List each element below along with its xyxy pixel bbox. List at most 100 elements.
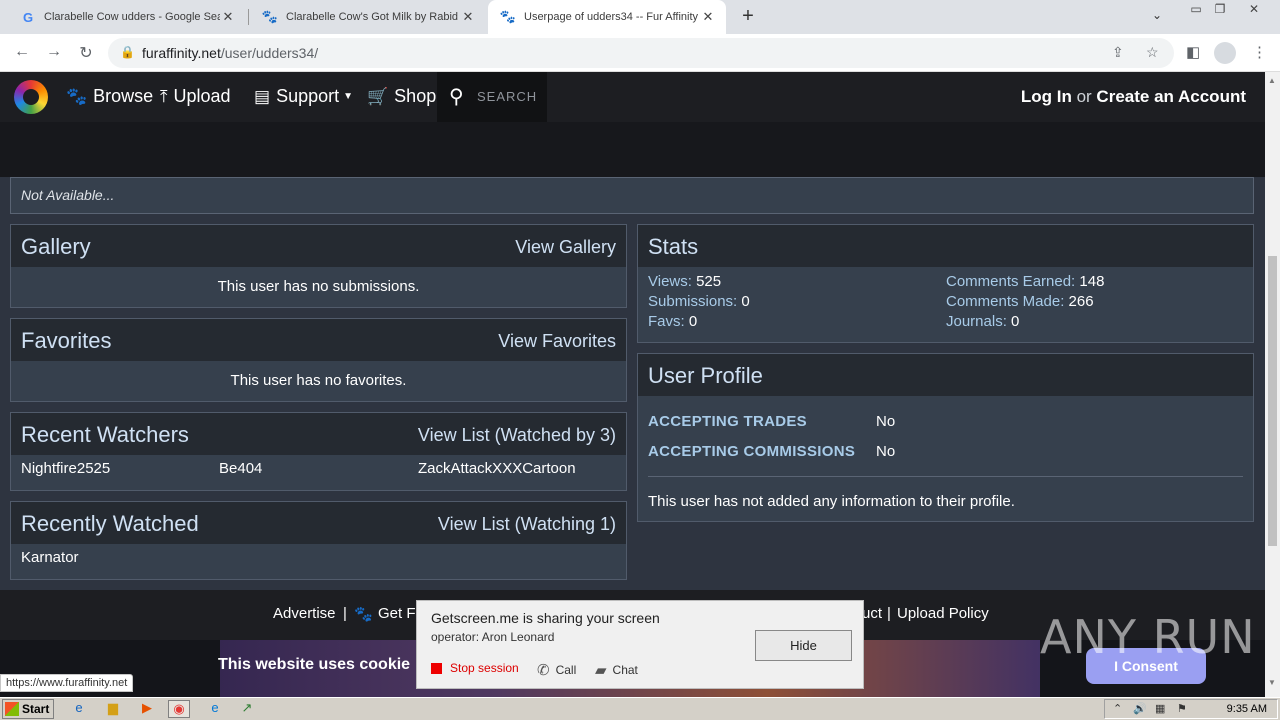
footer-get-fa-link[interactable]: Get F (378, 605, 416, 622)
tab-separator (248, 9, 249, 25)
bookmark-star-icon[interactable]: ☆ (1146, 44, 1159, 61)
flag-icon[interactable]: ⚑ (1177, 702, 1187, 715)
tray-expand-icon[interactable]: ⌃ (1113, 702, 1122, 715)
phone-icon: ✆ (537, 662, 550, 679)
search-icon: ⚲ (449, 86, 464, 108)
clock: 9:35 AM (1226, 703, 1267, 715)
view-favorites-link[interactable]: View Favorites (498, 331, 616, 352)
windows-taskbar: Start e ▆ ▶ ◉ e ↗ ⌃ 🔊 ▦ ⚑ 9:35 AM (0, 697, 1280, 720)
watched-user-link[interactable]: Karnator (21, 549, 79, 566)
chat-button[interactable]: ▰ Chat (595, 661, 638, 679)
close-tab-icon[interactable]: ✕ (220, 9, 236, 25)
folder-icon[interactable]: ▆ (102, 700, 124, 718)
user-profile-section: User Profile ACCEPTING TRADES No ACCEPTI… (637, 353, 1254, 522)
recent-watchers-header: Recent Watchers View List (Watched by 3) (11, 413, 626, 455)
minimize-window-icon[interactable]: ▭ (1184, 2, 1208, 16)
hide-button[interactable]: Hide (755, 630, 852, 661)
nav-search[interactable]: ⚲ SEARCH (437, 72, 547, 122)
footer-partial-link[interactable]: uct (862, 605, 882, 622)
google-icon: G (22, 9, 34, 25)
forward-arrow-icon[interactable]: → (44, 43, 64, 61)
nav-shop[interactable]: 🛒 Shop (367, 86, 436, 107)
stats-section: Stats Views: 525 Submissions: 0 Favs: 0 … (637, 224, 1254, 343)
watcher-link[interactable]: Nightfire2525 (21, 460, 110, 477)
operator-label: operator: Aron Leonard (431, 630, 555, 644)
nav-support[interactable]: ▤ Support ▼ (254, 86, 353, 107)
browser-menu-icon[interactable]: ⋮ (1252, 43, 1267, 61)
edge-icon[interactable]: e (204, 700, 226, 718)
tab-clarabelle-got-milk[interactable]: 🐾 Clarabelle Cow's Got Milk by Rabid -- … (250, 0, 486, 34)
browser-tab-strip: G Clarabelle Cow udders - Google Search … (0, 0, 1280, 34)
getscreen-app-icon[interactable]: ↗ (236, 700, 258, 718)
favorites-title: Favorites (21, 328, 112, 353)
login-link[interactable]: Log In (1021, 87, 1072, 106)
user-profile-title: User Profile (648, 363, 763, 388)
stat-comments-made: Comments Made: 266 (946, 293, 1094, 310)
address-url[interactable]: furaffinity.net/user/udders34/ (142, 45, 318, 61)
footer-upload-policy-link[interactable]: Upload Policy (897, 605, 989, 622)
close-tab-icon[interactable]: ✕ (700, 9, 716, 25)
tab-google-search[interactable]: G Clarabelle Cow udders - Google Search … (8, 0, 246, 34)
system-tray: ⌃ 🔊 ▦ ⚑ 9:35 AM (1104, 699, 1278, 719)
footer-advertise-link[interactable]: Advertise (273, 605, 336, 622)
browser-toolbar: ← → ↻ 🔒 furaffinity.net/user/udders34/ ⇪… (0, 34, 1280, 72)
fur-affinity-logo[interactable] (14, 80, 48, 114)
watching-list-link[interactable]: View List (Watching 1) (438, 514, 616, 535)
side-panel-icon[interactable]: ◧ (1186, 43, 1200, 61)
close-tab-icon[interactable]: ✕ (460, 9, 476, 25)
recently-watched-section: Recently Watched View List (Watching 1) … (10, 501, 627, 580)
tab-title: Clarabelle Cow's Got Milk by Rabid -- Fu… (286, 11, 460, 23)
user-profile-header: User Profile (638, 354, 1253, 396)
stat-views: Views: 525 (648, 273, 722, 290)
tab-title: Clarabelle Cow udders - Google Search (44, 11, 220, 23)
lock-icon: 🔒 (120, 45, 135, 59)
profile-avatar-icon[interactable] (1214, 42, 1236, 64)
watchers-list-link[interactable]: View List (Watched by 3) (418, 425, 616, 446)
address-bar[interactable]: 🔒 furaffinity.net/user/udders34/ ⇪ ☆ (108, 38, 1174, 68)
getscreen-sharing-popup: Getscreen.me is sharing your screen oper… (416, 600, 864, 689)
network-icon[interactable]: ▦ (1155, 702, 1165, 715)
create-account-link[interactable]: Create an Account (1096, 87, 1246, 106)
media-player-icon[interactable]: ▶ (136, 700, 158, 718)
paw-icon: 🐾 (499, 9, 517, 24)
scroll-down-icon[interactable]: ▼ (1268, 678, 1276, 687)
call-button[interactable]: ✆ Call (537, 661, 576, 679)
restore-window-icon[interactable]: ❐ (1208, 2, 1232, 16)
view-gallery-link[interactable]: View Gallery (515, 237, 616, 258)
chrome-icon[interactable]: ◉ (168, 700, 190, 718)
close-window-icon[interactable]: ✕ (1242, 2, 1266, 16)
recent-watchers-title: Recent Watchers (21, 422, 189, 447)
footer-separator: | (343, 605, 347, 622)
scroll-up-icon[interactable]: ▲ (1268, 76, 1276, 85)
login-area: Log In or Create an Account (1021, 87, 1246, 107)
tab-userpage-udders34[interactable]: 🐾 Userpage of udders34 -- Fur Affinity [… (488, 0, 726, 34)
gallery-title: Gallery (21, 234, 91, 259)
reload-icon[interactable]: ↻ (76, 43, 96, 63)
start-button[interactable]: Start (2, 699, 54, 719)
watcher-link[interactable]: ZackAttackXXXCartoon (418, 460, 576, 477)
back-arrow-icon[interactable]: ← (12, 43, 32, 61)
stat-submissions: Submissions: 0 (648, 293, 750, 310)
stop-session-button[interactable]: Stop session (431, 661, 519, 675)
paw-icon: 🐾 (354, 606, 373, 623)
watcher-link[interactable]: Be404 (219, 460, 262, 477)
windows-logo-icon (5, 702, 19, 716)
share-icon[interactable]: ⇪ (1112, 44, 1124, 61)
stat-comments-earned: Comments Earned: 148 (946, 273, 1105, 290)
profile-info-text: This user has not added any information … (648, 493, 1015, 510)
page-scrollbar[interactable]: ▲ ▼ (1265, 72, 1280, 698)
accepting-commissions-value: No (876, 443, 896, 460)
scrollbar-thumb[interactable] (1268, 256, 1277, 546)
stats-title: Stats (648, 234, 699, 259)
nav-upload[interactable]: ⤒ Upload (160, 86, 231, 107)
tab-search-chevron-icon[interactable]: ⌄ (1152, 8, 1162, 22)
volume-icon[interactable]: 🔊 (1133, 702, 1147, 715)
internet-explorer-icon[interactable]: e (68, 700, 90, 718)
recently-watched-title: Recently Watched (21, 511, 199, 536)
tab-title: Userpage of udders34 -- Fur Affinity [do… (524, 11, 700, 23)
accepting-trades-value: No (876, 413, 896, 430)
nav-browse[interactable]: 🐾 Browse (66, 86, 153, 107)
new-tab-button[interactable]: + (736, 6, 760, 28)
chat-bubble-icon: ▰ (595, 662, 607, 679)
accepting-commissions-label: ACCEPTING COMMISSIONS (648, 443, 856, 460)
